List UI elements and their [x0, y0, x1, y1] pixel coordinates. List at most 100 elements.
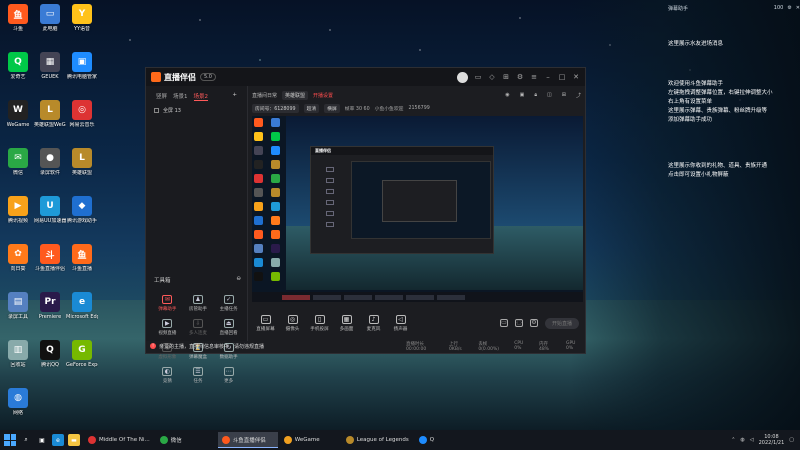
preview-nested-window: 直播伴侣	[310, 146, 494, 254]
source-control-button[interactable]: ♪ 麦克风	[360, 314, 387, 332]
file-explorer-icon[interactable]: ▬	[68, 434, 80, 446]
source-control-button[interactable]: ▭ 直播屏幕	[252, 314, 279, 332]
title-bar[interactable]: 直播伴侣 5.0 ▭ ◇ ⊞ ⚙ ≡ – □ ✕	[146, 68, 585, 86]
version-badge[interactable]: 5.0	[200, 73, 216, 81]
desktop-icon[interactable]: ◎ 网易云音乐	[66, 100, 98, 128]
close-icon[interactable]: ✕	[572, 73, 580, 81]
desktop-icon-label: WeGame	[6, 122, 30, 128]
taskbar-app[interactable]: Q	[415, 432, 475, 448]
desktop-icon[interactable]: ▣ 腾讯电脑管家	[66, 52, 98, 80]
desktop-icon[interactable]: U 网易UU加速器	[34, 196, 66, 224]
desktop-icon[interactable]: ◍ 网络	[2, 388, 34, 416]
close-icon[interactable]: ✕	[796, 5, 800, 11]
taskbar-app[interactable]: WeGame	[280, 432, 340, 448]
toolbox-item-label: 弹幕助手	[158, 307, 177, 312]
camera-icon[interactable]: ▭	[499, 319, 508, 327]
add-scene-icon[interactable]: +	[232, 92, 237, 101]
layout-icon[interactable]: ⊞	[562, 92, 566, 99]
taskbar-app[interactable]: 斗鱼直播伴侣	[217, 432, 278, 448]
stream-preview[interactable]: 直播伴侣	[252, 116, 583, 302]
source-control-button[interactable]: ◁ 扬声器	[387, 314, 414, 332]
desktop-icon[interactable]: 鱼斗鱼直播	[66, 244, 98, 272]
desktop-icon[interactable]: 鱼斗鱼	[2, 4, 34, 32]
desktop-icon[interactable]: ▭ 此电脑	[34, 4, 66, 32]
start-live-button[interactable]: 开始直播	[544, 317, 579, 329]
danmu-helper-bar[interactable]: 弹幕助手 100 ⚙ ✕	[668, 2, 800, 14]
toolbox-item[interactable]: ⇩ 多人连麦	[183, 319, 214, 336]
message-icon[interactable]: ▭	[474, 73, 482, 81]
toolbox-expand-icon[interactable]: ⊖	[236, 276, 241, 284]
live-settings-link[interactable]: 开播设置	[313, 92, 333, 99]
toolbox-item[interactable]: ⏏ 直播回看	[213, 319, 244, 336]
toolbox-item[interactable]: ▶ 视频直播	[152, 319, 183, 336]
category-pill[interactable]: 英雄联盟	[282, 90, 309, 100]
volume-icon[interactable]: ◁	[750, 437, 754, 443]
share-icon[interactable]: ⤴	[576, 92, 581, 99]
toolbox-item[interactable]: ◐ 竞猜	[152, 367, 183, 384]
desktop-icon[interactable]: L 英雄联盟WeGame版	[34, 100, 66, 128]
desktop-icon[interactable]: ✿ 向日葵	[2, 244, 34, 272]
windows-start-icon[interactable]	[4, 434, 16, 446]
room-title[interactable]: 直播间日常	[252, 92, 277, 99]
desktop-icon[interactable]: ▶ 腾讯视频	[2, 196, 34, 224]
maximize-icon[interactable]: □	[558, 73, 566, 81]
menu-icon[interactable]: ≡	[530, 73, 538, 81]
desktop-icon[interactable]: Y YY语音	[66, 4, 98, 32]
record-icon[interactable]: ◉	[505, 92, 509, 99]
taskbar-app[interactable]: 微信	[156, 432, 216, 448]
toolbox-item[interactable]: ☰ 任务	[183, 367, 214, 384]
quality-select[interactable]: 超清	[303, 103, 320, 113]
desktop-icon[interactable]: Q 爱奇艺	[2, 52, 34, 80]
avatar[interactable]	[457, 71, 468, 83]
screenshot-icon[interactable]: ▣	[520, 92, 525, 99]
desktop-icon[interactable]: ▤ 录屏工具	[2, 292, 34, 320]
toolbox-item[interactable]: ♟ 房管助手	[183, 295, 214, 312]
search-icon[interactable]: ⌕	[20, 434, 32, 446]
desktop-icon[interactable]: 斗斗鱼直播伴侣	[34, 244, 66, 272]
chevron-up-icon[interactable]: ⌃	[731, 437, 735, 443]
task-view-icon[interactable]: ▣	[36, 434, 48, 446]
source-control-button[interactable]: ▦ 多画面	[333, 314, 360, 332]
desktop-icon[interactable]: ▥ 回收站	[2, 340, 34, 368]
settings-icon[interactable]: ⚙	[516, 73, 524, 81]
desktop-icon[interactable]: Pr Premiere	[34, 292, 66, 320]
preview-desktop-icon	[254, 216, 263, 225]
edge-icon[interactable]: e	[52, 434, 64, 446]
network-icon[interactable]: ◍	[740, 437, 744, 443]
source-control-button[interactable]: ◎ 摄像头	[279, 314, 306, 332]
desktop-icon[interactable]: W WeGame	[2, 100, 34, 128]
unlock-icon[interactable]: ◫	[547, 92, 552, 99]
source-item[interactable]: 全屏 13	[146, 104, 247, 117]
settings-icon[interactable]: ⚙	[787, 5, 791, 11]
orientation-select[interactable]: 横屏	[324, 103, 340, 113]
source-control-button[interactable]: ▯ 手机投屏	[306, 314, 333, 332]
taskbar-app-icon	[345, 436, 354, 444]
minimize-icon[interactable]: –	[544, 73, 552, 81]
settings-icon[interactable]: ⚙	[529, 319, 538, 327]
gift-icon[interactable]: ◇	[488, 73, 496, 81]
desktop-icon[interactable]: ◆ 腾讯游戏助手	[66, 196, 98, 224]
cart-icon[interactable]: ⊞	[502, 73, 510, 81]
preview-desktop-icon	[270, 244, 280, 253]
toolbox-item[interactable]: ✓ 主播任务	[213, 295, 244, 312]
source-checkbox[interactable]	[154, 108, 159, 113]
desktop-icon[interactable]: ● 录屏软件	[34, 148, 66, 176]
desktop-icon[interactable]: ▦ GEUEK	[34, 52, 66, 80]
scene-tab[interactable]: 竖屏	[156, 92, 167, 101]
scene-tab[interactable]: 场景2	[193, 92, 209, 101]
taskbar-app[interactable]: Middle Of The Ni...	[84, 432, 154, 448]
desktop-icon[interactable]: e Microsoft Edge	[66, 292, 98, 320]
lock-icon[interactable]: 🔒︎	[534, 92, 537, 99]
toolbox-item[interactable]: ✉ 弹幕助手	[152, 295, 183, 312]
desktop-icon[interactable]: L 英雄联盟	[66, 148, 98, 176]
live-companion-window[interactable]: 直播伴侣 5.0 ▭ ◇ ⊞ ⚙ ≡ – □ ✕ 竖屏 场景1 场景2 + 全屏 13…	[145, 67, 586, 384]
desktop-icon[interactable]: G GeForce Experience	[66, 340, 98, 368]
notification-icon[interactable]: ▢	[789, 437, 794, 443]
clock[interactable]: 10:08 2022/1/21	[759, 434, 785, 446]
desktop-icon[interactable]: ✉ 微信	[2, 148, 34, 176]
taskbar-app[interactable]: League of Legends	[342, 432, 413, 448]
scene-tab[interactable]: 场景1	[173, 92, 188, 101]
desktop-icon[interactable]: Q 腾讯QQ	[34, 340, 66, 368]
sound-icon[interactable]: ◌	[514, 319, 523, 327]
toolbox-item[interactable]: ⋯ 更多	[213, 367, 244, 384]
